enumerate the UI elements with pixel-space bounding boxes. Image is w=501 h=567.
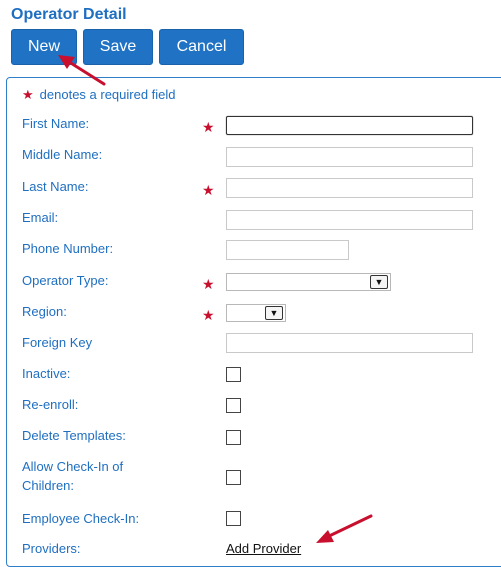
new-button-annotation-arrow (58, 55, 106, 86)
add-provider-annotation-arrow (316, 514, 373, 543)
red-arrow-icon (58, 55, 373, 543)
